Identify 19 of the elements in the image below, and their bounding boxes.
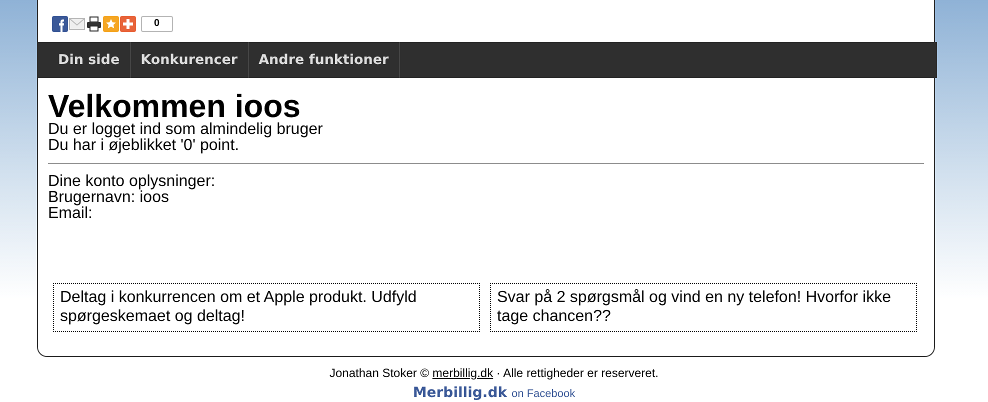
account-detail: Email: [48,206,92,222]
account-detail: Brugernavn: ioos [48,190,169,206]
site-link[interactable]: merbillig.dk [432,366,494,380]
page-heading: Velkommen ioos [48,90,301,122]
promo-box[interactable]: Deltag i konkurrencen om et Apple produkt. Udfyld spørgeskemaet og deltag! [53,283,480,332]
facebook-link[interactable]: Merbillig.dk [412,385,508,401]
status-text: Du har i øjeblikket '0' point. [48,138,240,154]
nav-link[interactable]: Din side [48,42,131,78]
share-count: 0 [141,16,173,32]
add-icon[interactable] [120,16,136,32]
print-icon[interactable] [86,16,102,32]
copyright-text: Jonathan Stoker © merbillig.dk · Alle rettigheder er reserveret. [330,366,658,380]
nav-link[interactable]: Konkurencer [130,42,249,78]
facebook-suffix: on Facebook [512,388,576,400]
nav-link[interactable]: Andre funktioner [248,42,400,78]
account-title: Dine konto oplysninger: [48,174,216,190]
promo-box[interactable]: Svar på 2 spørgsmål og vind en ny telefon! Hvorfor ikke tage chancen?? [490,283,917,332]
facebook-icon[interactable] [52,16,68,32]
status-text: Du er logget ind som almindelig bruger [48,122,324,138]
